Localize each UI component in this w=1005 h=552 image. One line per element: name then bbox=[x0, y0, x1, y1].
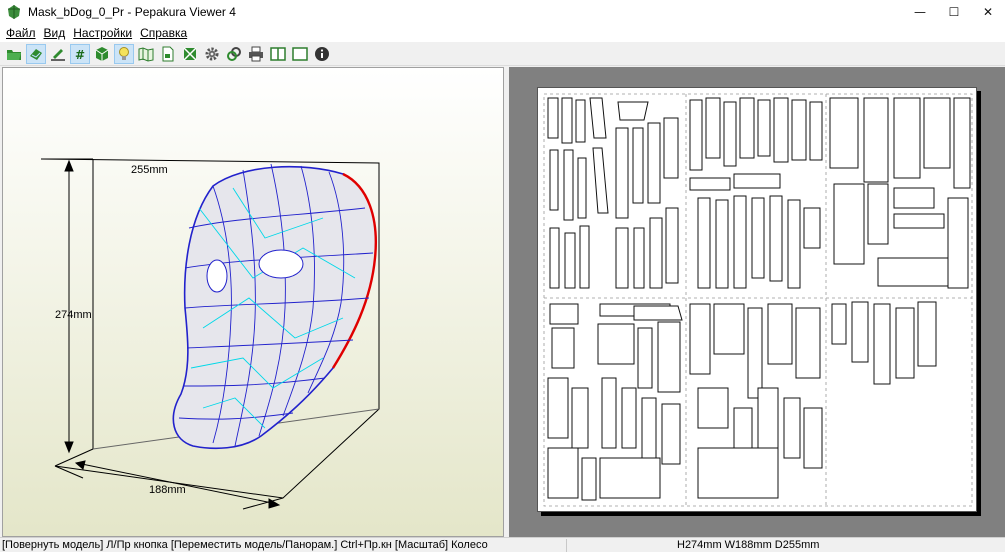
texture-icon bbox=[183, 46, 197, 61]
minimize-button[interactable]: — bbox=[903, 0, 937, 24]
cube-icon bbox=[95, 46, 109, 61]
lighting-button[interactable] bbox=[114, 43, 134, 64]
edit-line-button[interactable] bbox=[48, 44, 68, 64]
3d-model-view[interactable]: 255mm 274mm 188mm bbox=[2, 67, 504, 537]
title-bar: Mask_bDog_0_Pr - Pepakura Viewer 4 — ☐ ✕ bbox=[0, 0, 1005, 24]
menu-bar: Файл Вид Настройки Справка bbox=[0, 24, 1005, 42]
single-view-icon bbox=[292, 46, 308, 61]
status-dimensions: H274mm W188mm D255mm bbox=[677, 539, 820, 551]
menu-file[interactable]: Файл bbox=[2, 26, 40, 40]
3d-view-icon bbox=[30, 48, 42, 60]
2d-unfold-view[interactable] bbox=[509, 67, 1005, 537]
cube-button[interactable] bbox=[92, 44, 112, 64]
menu-settings[interactable]: Настройки bbox=[69, 26, 136, 40]
link-icon bbox=[227, 46, 241, 61]
link-button[interactable] bbox=[224, 44, 244, 64]
status-divider bbox=[566, 539, 567, 552]
lightbulb-icon bbox=[119, 46, 129, 60]
open-folder-icon bbox=[7, 49, 21, 60]
window-controls: — ☐ ✕ bbox=[903, 0, 1005, 24]
mask-model[interactable] bbox=[172, 163, 377, 450]
split-view-icon bbox=[270, 46, 286, 61]
page-button[interactable] bbox=[158, 44, 178, 64]
window-title: Mask_bDog_0_Pr - Pepakura Viewer 4 bbox=[28, 5, 236, 19]
page-icon bbox=[162, 46, 174, 61]
svg-text:#: # bbox=[75, 48, 85, 62]
pepakura-window: Mask_bDog_0_Pr - Pepakura Viewer 4 — ☐ ✕… bbox=[0, 0, 1005, 552]
grid-icon: # bbox=[75, 48, 85, 62]
texture-button[interactable] bbox=[180, 44, 200, 64]
dim-depth-label: 188mm bbox=[149, 484, 186, 496]
single-view-button[interactable] bbox=[290, 44, 310, 64]
pattern-parts bbox=[547, 97, 971, 501]
gear-icon bbox=[205, 47, 219, 60]
status-hint: [Повернуть модель] Л/Пр кнопка [Перемест… bbox=[2, 539, 488, 551]
toggle-grid-button[interactable]: # bbox=[70, 43, 90, 64]
status-bar: [Повернуть модель] Л/Пр кнопка [Перемест… bbox=[0, 537, 1005, 552]
toggle-3d-view-button[interactable] bbox=[26, 43, 46, 64]
menu-view[interactable]: Вид bbox=[40, 26, 70, 40]
dim-width-label: 255mm bbox=[131, 164, 168, 176]
close-button[interactable]: ✕ bbox=[971, 0, 1005, 24]
info-icon bbox=[315, 46, 329, 61]
about-button[interactable] bbox=[312, 44, 332, 64]
minimize-icon: — bbox=[914, 5, 926, 19]
unfold-map-button[interactable] bbox=[136, 44, 156, 64]
dim-height-label: 274mm bbox=[55, 309, 92, 321]
split-view-button[interactable] bbox=[268, 44, 288, 64]
settings-button[interactable] bbox=[202, 44, 222, 64]
maximize-icon: ☐ bbox=[948, 5, 960, 19]
close-icon: ✕ bbox=[982, 5, 994, 19]
printer-icon bbox=[249, 46, 263, 61]
print-button[interactable] bbox=[246, 44, 266, 64]
maximize-button[interactable]: ☐ bbox=[937, 0, 971, 24]
menu-help[interactable]: Справка bbox=[136, 26, 191, 40]
edit-line-icon bbox=[51, 48, 65, 61]
unfold-pattern bbox=[543, 93, 973, 507]
3d-canvas[interactable] bbox=[3, 68, 504, 537]
toolbar: # bbox=[0, 42, 1005, 66]
open-button[interactable] bbox=[4, 44, 24, 64]
paper-sheet bbox=[537, 87, 977, 512]
app-icon bbox=[8, 5, 20, 19]
map-icon bbox=[138, 46, 154, 62]
